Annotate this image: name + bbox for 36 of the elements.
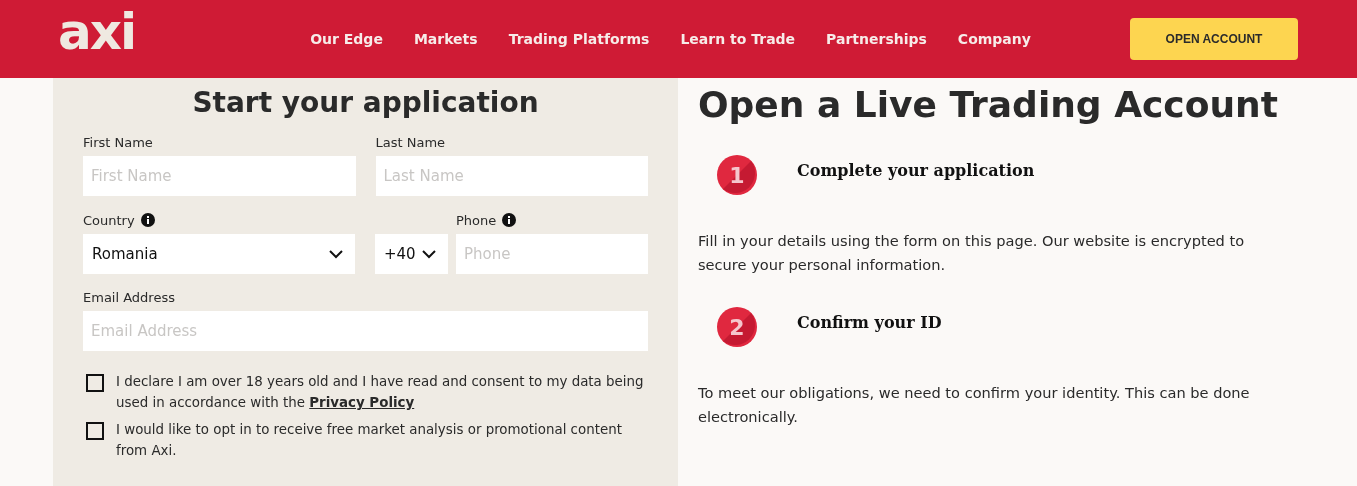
info-icon[interactable] xyxy=(140,213,155,227)
step-title: Complete your application xyxy=(797,160,1035,180)
step-number-icon: 2 xyxy=(717,307,757,347)
field-label: Email Address xyxy=(83,290,176,305)
phone-field[interactable]: Phone xyxy=(456,234,648,274)
nav-link[interactable]: Our Edge xyxy=(310,31,383,47)
step-number-icon: 1 xyxy=(717,155,757,195)
checkbox[interactable] xyxy=(86,374,104,392)
consent-text: I declare I am over 18 years old and I have read and consent to my data being used in accordance with the Privacy Policy xyxy=(116,373,645,412)
nav-link[interactable]: Company xyxy=(957,31,1031,47)
field-label: Phone xyxy=(456,212,497,228)
phone-code-select[interactable]: +40 xyxy=(375,234,448,274)
page-title: Open a Live Trading Account xyxy=(698,84,1278,125)
input-field[interactable]: First Name xyxy=(83,156,356,196)
chevron-down-icon xyxy=(422,249,436,259)
nav-link[interactable]: Markets xyxy=(413,31,478,47)
open-account-button[interactable]: OPEN ACCOUNT xyxy=(1130,18,1298,60)
field-label: Last Name xyxy=(375,135,447,150)
step-title: Confirm your ID xyxy=(797,312,942,332)
nav-link[interactable]: Partnerships xyxy=(826,31,927,47)
email-field[interactable]: Email Address xyxy=(83,311,648,351)
logo[interactable]: axi xyxy=(58,7,136,57)
info-icon[interactable] xyxy=(502,213,517,227)
field-label: Country xyxy=(83,212,135,228)
step-description: To meet our obligations, we need to confirm your identity. This can be done electronically. xyxy=(698,383,1251,427)
privacy-policy-link[interactable]: Privacy Policy xyxy=(309,395,415,410)
nav-link[interactable]: Learn to Trade xyxy=(680,31,796,47)
chevron-down-icon xyxy=(329,249,343,259)
country-select[interactable]: Romania xyxy=(83,234,355,274)
checkbox[interactable] xyxy=(86,422,104,440)
consent-text: I would like to opt in to receive free market analysis or promotional content from Axi. xyxy=(116,421,623,460)
form-title: Start your application xyxy=(191,86,540,119)
input-field[interactable]: Last Name xyxy=(375,156,648,196)
nav-link[interactable]: Trading Platforms xyxy=(508,31,650,47)
field-label: First Name xyxy=(83,135,154,150)
step-description: Fill in your details using the form on this page. Our website is encrypted to secure your personal information. xyxy=(698,231,1246,275)
